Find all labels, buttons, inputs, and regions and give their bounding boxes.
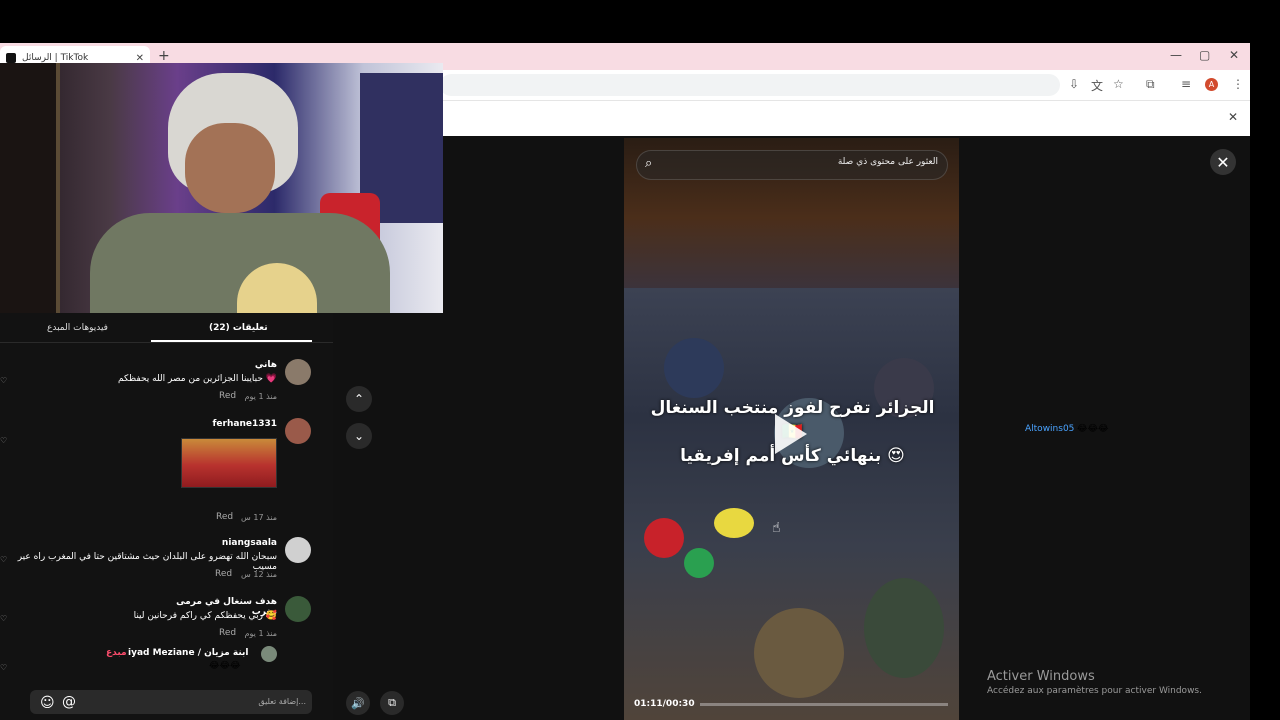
comment-user[interactable]: هاني — [180, 360, 277, 370]
comment-text: ربي يحفظكم كي راكم فرحانين لينا 🥰 — [133, 611, 277, 621]
like-icon[interactable]: ♡ — [0, 614, 7, 623]
like-icon[interactable]: ♡ — [0, 663, 7, 672]
mention-icon[interactable]: @ — [62, 694, 76, 710]
comment-input-placeholder: إضافة تعليق... — [258, 697, 306, 706]
reply-button[interactable]: Red — [219, 391, 236, 401]
side-comment-text: 😂😂😂 — [1077, 424, 1109, 434]
screen-edge — [1250, 0, 1280, 720]
avatar[interactable] — [285, 359, 311, 385]
webcam-overlay — [0, 63, 443, 313]
like-icon[interactable]: ♡ — [0, 436, 7, 445]
webcam-door — [0, 63, 60, 313]
tab-divider — [0, 342, 333, 343]
play-icon[interactable] — [775, 414, 807, 454]
video-progress-bar[interactable] — [700, 703, 948, 706]
profile-avatar[interactable]: A — [1205, 78, 1218, 91]
video-figure — [754, 608, 844, 698]
comment-image[interactable] — [181, 438, 277, 488]
comment-user[interactable]: ferhane1331 — [180, 419, 278, 429]
tab-creator-videos[interactable]: فيديوهات المبدع — [47, 323, 108, 333]
emoji-icon[interactable]: ☺ — [40, 695, 55, 711]
close-video-button[interactable]: ✕ — [1210, 149, 1236, 175]
previous-video-button[interactable]: ⌃ — [346, 386, 372, 412]
menu-icon[interactable]: ⋮ — [1232, 77, 1244, 91]
volume-button[interactable]: 🔊 — [346, 691, 370, 715]
bookmark-star-icon[interactable]: ☆ — [1113, 77, 1124, 91]
comment-text: سبحان الله تهضرو على البلدان حيث مشتاقين… — [17, 552, 277, 572]
maximize-button[interactable]: ▢ — [1199, 48, 1210, 62]
video-figure — [714, 508, 754, 538]
comment-user[interactable]: iyad Meziane / ابنة مزيان — [128, 648, 256, 658]
video-figure — [684, 548, 714, 578]
comment-text: 😂😂😂 — [209, 661, 241, 671]
window-close-button[interactable]: ✕ — [1229, 48, 1239, 62]
avatar[interactable] — [285, 537, 311, 563]
media-icon[interactable]: ≡ — [1181, 77, 1191, 91]
comment-text: حبايبنا الجزائرين من مصر الله يحفظكم 💗 — [118, 374, 277, 384]
video-search-text[interactable]: العثور على محتوى ذي صلة — [690, 157, 938, 167]
tiktok-logo-icon — [6, 53, 16, 63]
video-figure — [664, 338, 724, 398]
extensions-icon[interactable]: ⧉ — [1146, 77, 1155, 92]
tab-comments[interactable]: (22) تعليقات — [209, 323, 268, 333]
like-icon[interactable]: ♡ — [0, 555, 7, 564]
minimize-button[interactable]: — — [1170, 48, 1182, 62]
comment-time: منذ 17 س — [241, 513, 277, 522]
video-figure — [864, 578, 944, 678]
infobar-close-icon[interactable]: ✕ — [1228, 110, 1238, 124]
windows-activation-title: Activer Windows — [987, 669, 1095, 684]
install-icon[interactable]: ⇩ — [1069, 77, 1079, 91]
avatar[interactable] — [285, 596, 311, 622]
search-icon[interactable]: ⌕ — [645, 156, 652, 171]
creator-badge: مبدع — [106, 648, 127, 658]
comment-time: منذ 12 س — [241, 570, 277, 579]
windows-activation-subtitle: Accédez aux paramètres pour activer Wind… — [987, 686, 1202, 696]
reply-button[interactable]: Red — [219, 628, 236, 638]
reply-button[interactable]: Red — [215, 569, 232, 579]
side-comment-user[interactable]: Altowins05 — [1025, 424, 1074, 434]
new-tab-button[interactable]: + — [158, 48, 170, 64]
address-input[interactable] — [440, 74, 1060, 96]
like-icon[interactable]: ♡ — [0, 376, 7, 385]
comment-user[interactable]: niangsaala — [180, 538, 277, 548]
tab-close-icon[interactable]: ✕ — [136, 53, 144, 64]
comment-time: منذ 1 يوم — [244, 392, 277, 401]
avatar[interactable] — [285, 418, 311, 444]
next-video-button[interactable]: ⌄ — [346, 423, 372, 449]
video-time: 01:11/00:30 — [634, 699, 695, 709]
tab-title: الرسائل | TikTok — [22, 53, 89, 63]
mouse-cursor-icon: ☝ — [772, 520, 781, 536]
webcam-person-face — [185, 123, 275, 213]
comment-time: منذ 1 يوم — [244, 629, 277, 638]
avatar[interactable] — [261, 646, 277, 662]
video-figure — [644, 518, 684, 558]
reply-button[interactable]: Red — [216, 512, 233, 522]
picture-in-picture-button[interactable]: ⧉ — [380, 691, 404, 715]
translate-icon[interactable]: 文 — [1091, 77, 1103, 94]
